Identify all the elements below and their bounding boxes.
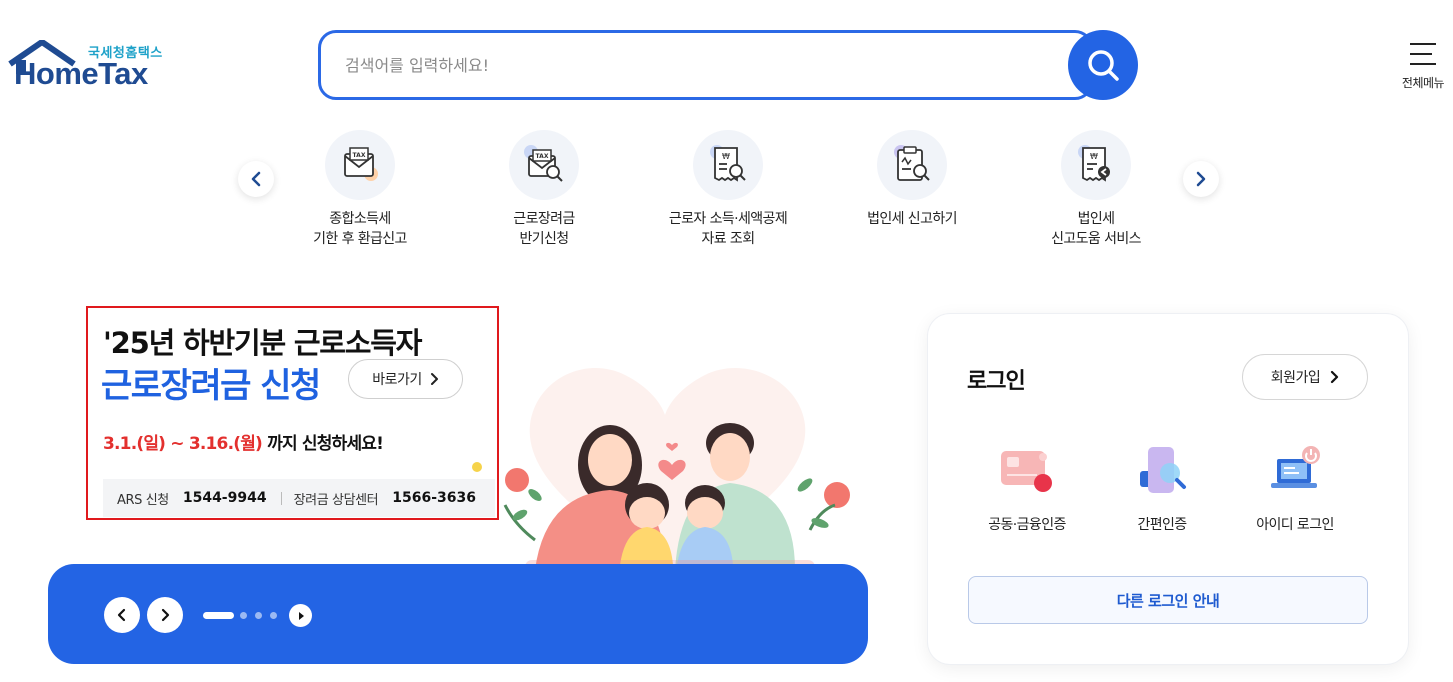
receipt-help-icon: ₩ (1061, 130, 1131, 200)
clipboard-search-icon (877, 130, 947, 200)
hometax-main-page: 국세청홈택스 HomeTax 전체메뉴 TAX (0, 0, 1453, 682)
banner-prev-button[interactable] (104, 597, 140, 633)
signup-label: 회원가입 (1270, 370, 1321, 386)
quick-menu-label: 법인세 신고도움 서비스 (1051, 211, 1141, 247)
login-option-label: 간편인증 (1137, 517, 1187, 533)
banner-period: 3.1.(일) ~ 3.16.(월) 까지 신청하세요! (103, 429, 384, 454)
search-input[interactable] (345, 51, 1045, 79)
shortcut-label: 바로가기 (372, 372, 422, 388)
chevron-left-icon (117, 608, 126, 622)
phone-search-icon (1140, 447, 1186, 493)
tax-search-icon: TAX (509, 130, 579, 200)
banner-dot-active[interactable] (203, 612, 234, 619)
other-login-guide-button[interactable]: 다른 로그인 안내 (968, 576, 1368, 624)
hamburger-icon (1410, 43, 1436, 65)
laptop-power-icon (1271, 446, 1320, 488)
login-option-certificate[interactable]: 공동·금융인증 (962, 440, 1092, 534)
quick-menu-item[interactable]: ₩ 법인세 신고도움 서비스 (1016, 130, 1176, 249)
banner-title-line2: 근로장려금 신청 (101, 366, 321, 406)
quick-menu-label: 근로자 소득·세액공제 자료 조회 (668, 211, 788, 247)
center-label: 장려금 상담센터 (293, 492, 379, 508)
ars-number: 1544-9944 (182, 490, 267, 506)
quick-menu-item[interactable]: 법인세 신고하기 (832, 130, 992, 229)
login-option-label: 공동·금융인증 (988, 517, 1066, 533)
hometax-logo[interactable]: 국세청홈택스 HomeTax (8, 40, 178, 96)
receipt-search-icon: ₩ (693, 130, 763, 200)
search-icon (1088, 50, 1119, 81)
login-title: 로그인 (967, 369, 1026, 394)
contact-bar: ARS 신청 1544-9944 장려금 상담센터 1566-3636 (103, 479, 495, 517)
banner-dot[interactable] (270, 612, 277, 619)
banner-shortcut-button[interactable]: 바로가기 (348, 359, 463, 399)
svg-text:₩: ₩ (1090, 152, 1098, 161)
banner-play-button[interactable] (289, 604, 312, 627)
quick-menu-next-button[interactable] (1183, 161, 1219, 197)
logo-title: HomeTax (14, 56, 148, 91)
svg-text:TAX: TAX (536, 153, 549, 160)
login-option-simple[interactable]: 간편인증 (1097, 440, 1227, 534)
quick-menu-prev-button[interactable] (238, 161, 274, 197)
banner-next-button[interactable] (147, 597, 183, 633)
svg-text:TAX: TAX (353, 152, 366, 159)
chevron-right-icon (1331, 370, 1339, 384)
play-icon (298, 611, 304, 620)
chevron-right-icon (1196, 171, 1206, 187)
quick-menu-label: 법인세 신고하기 (867, 211, 957, 227)
quick-menu-label: 근로장려금 반기신청 (513, 211, 575, 247)
chevron-right-icon (430, 373, 438, 385)
quick-menu-item[interactable]: TAX 종합소득세 기한 후 환급신고 (280, 130, 440, 249)
chevron-right-icon (161, 608, 170, 622)
quick-menu-label: 종합소득세 기한 후 환급신고 (313, 211, 407, 247)
signup-button[interactable]: 회원가입 (1242, 354, 1368, 400)
contact-divider (280, 491, 282, 505)
search-box (318, 30, 1093, 100)
login-option-id[interactable]: 아이디 로그인 (1230, 440, 1360, 534)
full-menu-label: 전체메뉴 (1401, 76, 1445, 90)
svg-text:₩: ₩ (722, 152, 730, 161)
search-button[interactable] (1068, 30, 1138, 100)
banner-period-dates: 3.1.(일) ~ 3.16.(월) (103, 434, 263, 454)
family-illustration (472, 368, 850, 575)
chevron-left-icon (251, 171, 261, 187)
login-option-label: 아이디 로그인 (1256, 517, 1334, 533)
center-number: 1566-3636 (392, 490, 476, 506)
banner-dot[interactable] (255, 612, 262, 619)
ars-label: ARS 신청 (117, 492, 169, 508)
quick-menu-item[interactable]: TAX 근로장려금 반기신청 (464, 130, 624, 249)
certificate-card-icon (1001, 451, 1052, 492)
full-menu-button[interactable]: 전체메뉴 (1396, 40, 1450, 96)
quick-menu-item[interactable]: ₩ 근로자 소득·세액공제 자료 조회 (648, 130, 808, 249)
tax-envelope-icon: TAX (325, 130, 395, 200)
banner-title-line1: '25년 하반기분 근로소득자 (103, 326, 422, 360)
banner-dot[interactable] (240, 612, 247, 619)
banner-period-text: 까지 신청하세요! (262, 434, 384, 454)
